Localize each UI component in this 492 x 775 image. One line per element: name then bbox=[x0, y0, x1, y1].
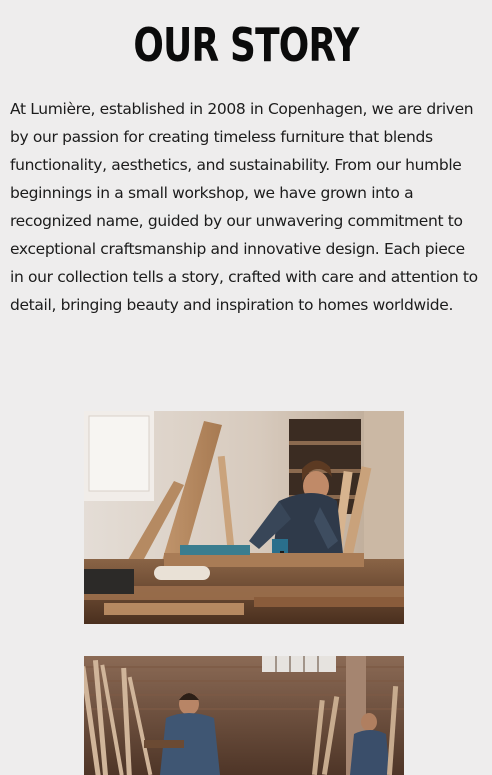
workshop-team-photo bbox=[84, 656, 404, 775]
story-paragraph: At Lumière, established in 2008 in Copen… bbox=[10, 100, 478, 314]
page-title: OUR STORY bbox=[133, 18, 359, 72]
carpenter-workshop-photo bbox=[84, 411, 404, 624]
